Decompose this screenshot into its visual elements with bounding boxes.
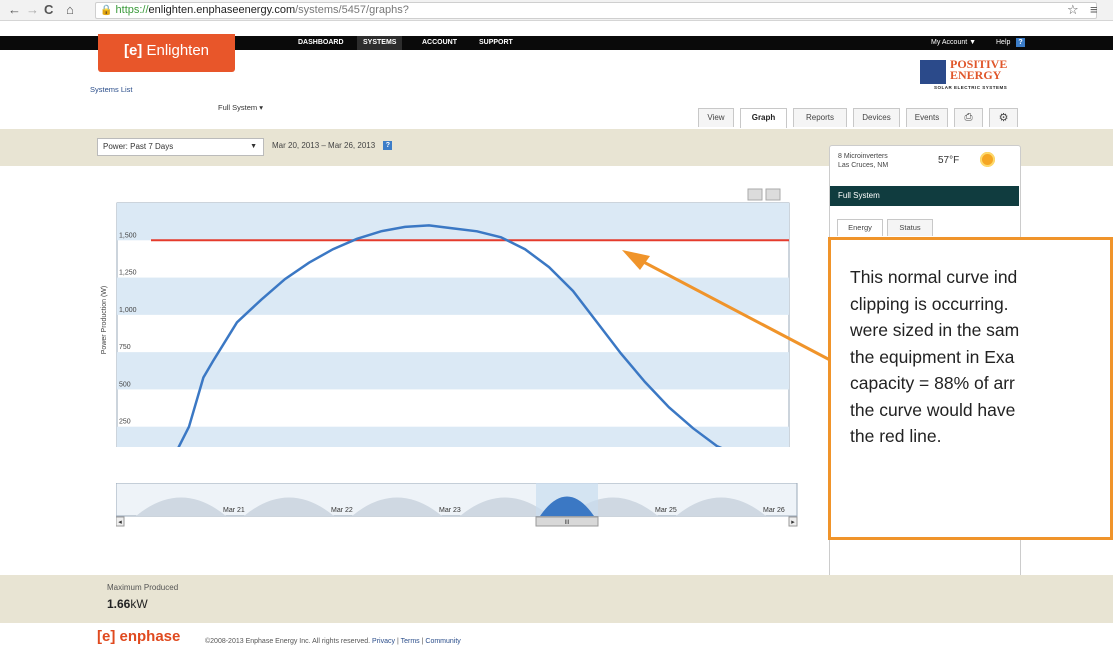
sun-icon (980, 152, 995, 167)
brand-line2: ENERGY (950, 68, 1002, 82)
community-link[interactable]: Community (425, 638, 460, 645)
microinverter-count: 8 Microinverters (838, 153, 888, 160)
y-tick-label: 1,250 (119, 270, 137, 277)
navigator-day-label: Mar 26 (763, 507, 785, 514)
bookmark-star-icon[interactable]: ☆ (1067, 2, 1079, 18)
callout-line: capacity = 88% of arr (850, 373, 1015, 393)
solar-panel-icon (920, 60, 946, 84)
browser-menu-icon[interactable]: ≡ (1090, 2, 1098, 17)
forward-icon[interactable]: → (26, 2, 39, 17)
system-location: 8 Microinverters Las Cruces, NM (838, 152, 888, 170)
help-badge-icon[interactable]: ? (1016, 38, 1025, 47)
power-period-value: Power: Past 7 Days (103, 142, 174, 151)
my-account-menu[interactable]: My Account ▼ (925, 36, 982, 50)
date-navigator[interactable]: Mar 21Mar 22Mar 23Mar 24Mar 25Mar 26 ◂ I… (116, 483, 798, 527)
callout-line: clipping is occurring. (850, 293, 1009, 314)
nav-support[interactable]: SUPPORT (473, 36, 519, 50)
y-tick-label: 750 (119, 344, 131, 351)
annotation-callout: This normal curve ind clipping is occurr… (828, 237, 1113, 540)
y-tick-label: 1,500 (119, 232, 137, 239)
address-bar[interactable]: 🔒 https://enlighten.enphaseenergy.com/sy… (95, 2, 1097, 19)
home-icon[interactable]: ⌂ (66, 2, 74, 17)
positive-energy-logo: POSITIVE ENERGY SOLAR ELECTRIC SYSTEMS (920, 58, 1030, 94)
y-tick-label: 250 (119, 419, 131, 426)
tab-graph[interactable]: Graph (740, 108, 787, 128)
url-domain: enlighten.enphaseenergy.com (148, 4, 296, 16)
tab-print[interactable]: ⎙ (954, 108, 983, 127)
tab-view[interactable]: View (698, 108, 734, 127)
y-axis-label: Power Production (W) (101, 286, 108, 354)
help-badge-icon[interactable]: ? (383, 141, 393, 151)
navigator-handle-grip: III (564, 520, 569, 526)
footer-text: ©2008-2013 Enphase Energy Inc. All right… (205, 638, 461, 645)
tab-reports[interactable]: Reports (793, 108, 847, 127)
panel-header: Full System (830, 186, 1019, 206)
tab-settings[interactable]: ⚙ (989, 108, 1018, 127)
callout-line: the red line. (850, 426, 942, 446)
enlighten-logo[interactable]: [e] Enlighten (98, 34, 235, 72)
max-produced-unit: kW (130, 597, 148, 611)
help-link[interactable]: Help (990, 36, 1016, 50)
back-icon[interactable]: ← (8, 2, 21, 17)
callout-arrow (622, 250, 831, 362)
nav-systems[interactable]: SYSTEMS (357, 36, 403, 50)
printer-icon: ⎙ (964, 112, 973, 123)
callout-line: This normal curve ind (850, 267, 1018, 287)
navigator-day-label: Mar 23 (439, 507, 461, 514)
navigator-day-label: Mar 21 (223, 507, 245, 514)
tab-devices[interactable]: Devices (853, 108, 900, 127)
enphase-logo-text: [e] enphase (97, 628, 181, 645)
print-chart-icon[interactable] (747, 188, 763, 201)
terms-link[interactable]: Terms (401, 638, 420, 645)
download-chart-icon[interactable] (765, 188, 781, 201)
callout-line: were sized in the sam (850, 320, 1020, 340)
callout-line: the curve would have (850, 399, 1016, 420)
nav-dashboard[interactable]: DASHBOARD (292, 36, 350, 50)
footer-separator: | (421, 638, 424, 645)
enlighten-logo-text: Enlighten (146, 42, 210, 59)
power-period-select[interactable]: Power: Past 7 Days ▼ (97, 138, 264, 156)
navigator-day-label: Mar 22 (331, 507, 353, 514)
plot-band (117, 426, 789, 447)
nav-account[interactable]: ACCOUNT (416, 36, 463, 50)
panel-tab-energy[interactable]: Energy (837, 219, 883, 236)
privacy-link[interactable]: Privacy (372, 638, 395, 645)
navigator-left-arrow-icon: ◂ (118, 519, 122, 526)
max-produced-number: 1.66 (107, 597, 131, 611)
date-range-text: Mar 20, 2013 – Mar 26, 2013 (272, 141, 376, 150)
max-produced-value: 1.66kW (107, 597, 148, 611)
panel-tab-status[interactable]: Status (887, 219, 933, 236)
full-system-dropdown[interactable]: Full System ▾ (218, 103, 263, 112)
gear-icon: ⚙ (998, 112, 1009, 124)
lock-icon: 🔒 (100, 5, 113, 16)
enlighten-logo-mark: [e] (123, 42, 143, 59)
reload-icon[interactable]: C (44, 2, 53, 17)
url-scheme: https:// (115, 4, 149, 16)
url-path: /systems/5457/graphs? (295, 4, 409, 16)
systems-list-link[interactable]: Systems List (90, 85, 133, 94)
footer-separator: | (396, 638, 399, 645)
navigator-right-arrow-icon: ▸ (791, 519, 795, 526)
chevron-down-icon: ▼ (250, 143, 257, 150)
location-text: Las Cruces, NM (838, 162, 889, 169)
navigator-day-label: Mar 25 (655, 507, 677, 514)
y-tick-label: 500 (119, 381, 131, 388)
max-produced-label: Maximum Produced (107, 583, 179, 592)
callout-line: the equipment in Exa (850, 346, 1015, 367)
y-tick-label: 1,000 (119, 307, 137, 314)
enphase-logo: [e] enphase (97, 628, 197, 648)
date-range: Mar 20, 2013 – Mar 26, 2013 ? (272, 141, 393, 151)
temperature: 57°F (938, 155, 960, 166)
copyright-text: ©2008-2013 Enphase Energy Inc. All right… (205, 638, 371, 645)
brand-tagline: SOLAR ELECTRIC SYSTEMS (934, 85, 1008, 90)
tab-events[interactable]: Events (906, 108, 948, 127)
